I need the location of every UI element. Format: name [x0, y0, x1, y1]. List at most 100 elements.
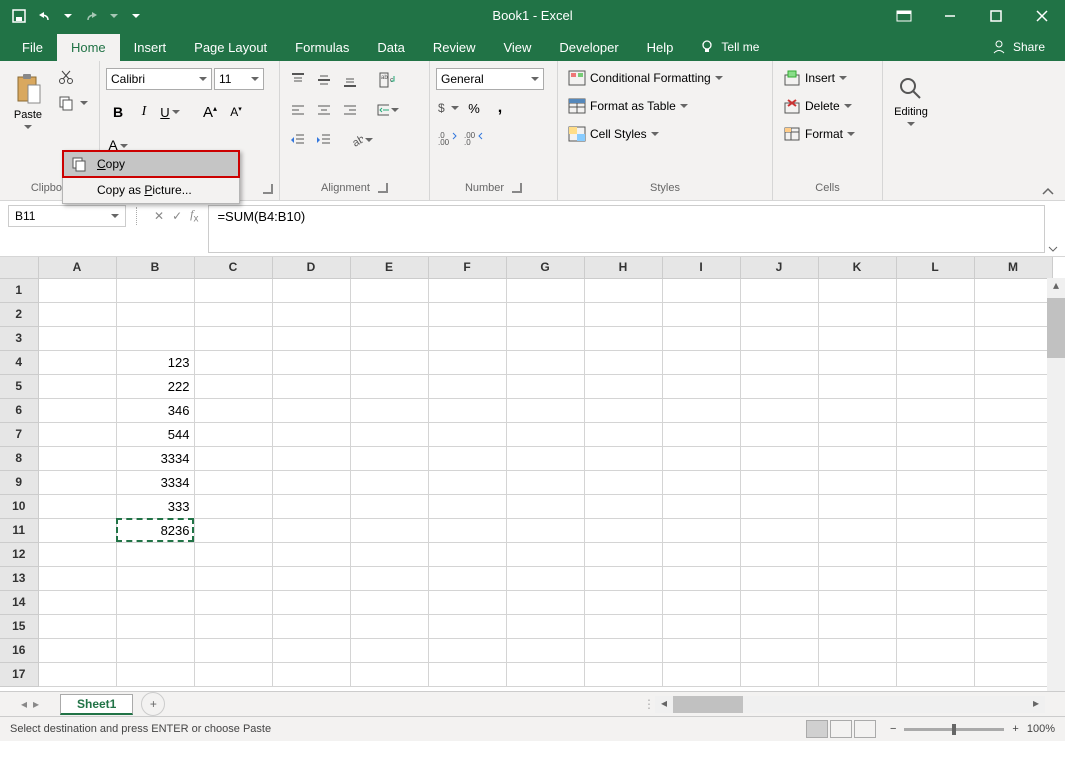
row-header[interactable]: 10 [0, 494, 38, 518]
vertical-scrollbar[interactable]: ▴ [1047, 278, 1065, 691]
copy-button[interactable] [54, 91, 78, 115]
cell[interactable] [506, 374, 584, 398]
row-header[interactable]: 8 [0, 446, 38, 470]
cell[interactable]: 3334 [116, 446, 194, 470]
cell[interactable] [662, 374, 740, 398]
scroll-thumb[interactable] [673, 696, 743, 713]
column-header[interactable]: K [818, 257, 896, 278]
tab-page-layout[interactable]: Page Layout [180, 34, 281, 61]
cell[interactable] [662, 590, 740, 614]
cell[interactable] [194, 278, 272, 302]
cell[interactable] [38, 374, 116, 398]
cell[interactable] [428, 590, 506, 614]
maximize-icon[interactable] [973, 0, 1019, 31]
cell[interactable] [740, 374, 818, 398]
cell[interactable] [662, 302, 740, 326]
cell[interactable] [428, 326, 506, 350]
cell[interactable] [272, 446, 350, 470]
sheet-tab[interactable]: Sheet1 [60, 694, 133, 715]
cell[interactable] [740, 350, 818, 374]
cell[interactable] [272, 614, 350, 638]
delete-cells-button[interactable]: Delete [779, 96, 856, 116]
align-top-icon[interactable] [286, 68, 310, 92]
cell[interactable]: 333 [116, 494, 194, 518]
wrap-text-button[interactable]: abc [376, 68, 400, 92]
cell[interactable] [818, 398, 896, 422]
cell[interactable] [662, 350, 740, 374]
menu-item-copy[interactable]: Copy [63, 151, 239, 177]
cell[interactable] [896, 446, 974, 470]
cell[interactable] [818, 614, 896, 638]
cell[interactable] [662, 326, 740, 350]
cell[interactable] [350, 566, 428, 590]
select-all-corner[interactable] [0, 257, 38, 278]
cell[interactable] [740, 398, 818, 422]
cell[interactable] [38, 614, 116, 638]
cell[interactable] [974, 614, 1052, 638]
cell[interactable] [350, 446, 428, 470]
row-header[interactable]: 16 [0, 638, 38, 662]
row-header[interactable]: 4 [0, 350, 38, 374]
cell[interactable] [350, 662, 428, 686]
cell[interactable] [740, 518, 818, 542]
ribbon-display-icon[interactable] [881, 0, 927, 31]
cell[interactable] [506, 446, 584, 470]
dialog-launcher-icon[interactable] [378, 183, 388, 193]
align-middle-icon[interactable] [312, 68, 336, 92]
cell[interactable] [818, 470, 896, 494]
cell[interactable] [272, 662, 350, 686]
bold-button[interactable]: B [106, 100, 130, 124]
cell[interactable] [272, 326, 350, 350]
redo-dropdown-icon[interactable] [110, 14, 118, 18]
row-header[interactable]: 5 [0, 374, 38, 398]
cell[interactable] [116, 566, 194, 590]
cell[interactable] [974, 278, 1052, 302]
cell[interactable] [38, 470, 116, 494]
cell[interactable] [506, 470, 584, 494]
cell[interactable] [116, 326, 194, 350]
cell[interactable] [194, 662, 272, 686]
cell[interactable] [896, 422, 974, 446]
cell[interactable] [896, 302, 974, 326]
cell[interactable] [974, 374, 1052, 398]
increase-font-icon[interactable]: A▴ [198, 100, 222, 124]
cell[interactable] [740, 302, 818, 326]
column-header[interactable]: D [272, 257, 350, 278]
cell[interactable] [974, 470, 1052, 494]
cell[interactable] [350, 422, 428, 446]
copy-dropdown-icon[interactable] [80, 101, 88, 105]
italic-button[interactable]: I [132, 100, 156, 124]
cell[interactable] [350, 494, 428, 518]
paste-button[interactable]: Paste [6, 65, 50, 137]
cell[interactable] [428, 614, 506, 638]
editing-button[interactable]: Editing [889, 65, 933, 137]
cell[interactable] [272, 374, 350, 398]
spreadsheet-grid[interactable]: ABCDEFGHIJKLM123412352226346754483334933… [0, 257, 1065, 692]
cell[interactable] [896, 494, 974, 518]
row-header[interactable]: 11 [0, 518, 38, 542]
cell[interactable] [272, 422, 350, 446]
align-center-icon[interactable] [312, 98, 336, 122]
new-sheet-button[interactable]: + [141, 692, 165, 716]
cell[interactable] [818, 566, 896, 590]
cell[interactable] [662, 278, 740, 302]
increase-indent-icon[interactable] [312, 128, 336, 152]
cell[interactable] [272, 638, 350, 662]
scroll-right-icon[interactable]: ▸ [1027, 696, 1045, 713]
cell[interactable] [740, 638, 818, 662]
row-header[interactable]: 3 [0, 326, 38, 350]
cell[interactable] [272, 350, 350, 374]
row-header[interactable]: 12 [0, 542, 38, 566]
cell[interactable] [896, 662, 974, 686]
cell[interactable] [38, 518, 116, 542]
tab-data[interactable]: Data [363, 34, 418, 61]
cell[interactable] [662, 470, 740, 494]
cell[interactable] [506, 494, 584, 518]
column-header[interactable]: B [116, 257, 194, 278]
row-header[interactable]: 17 [0, 662, 38, 686]
column-header[interactable]: I [662, 257, 740, 278]
fx-icon[interactable]: fx [190, 207, 198, 224]
tell-me[interactable]: Tell me [687, 33, 771, 61]
cell[interactable] [428, 542, 506, 566]
cell[interactable] [38, 638, 116, 662]
